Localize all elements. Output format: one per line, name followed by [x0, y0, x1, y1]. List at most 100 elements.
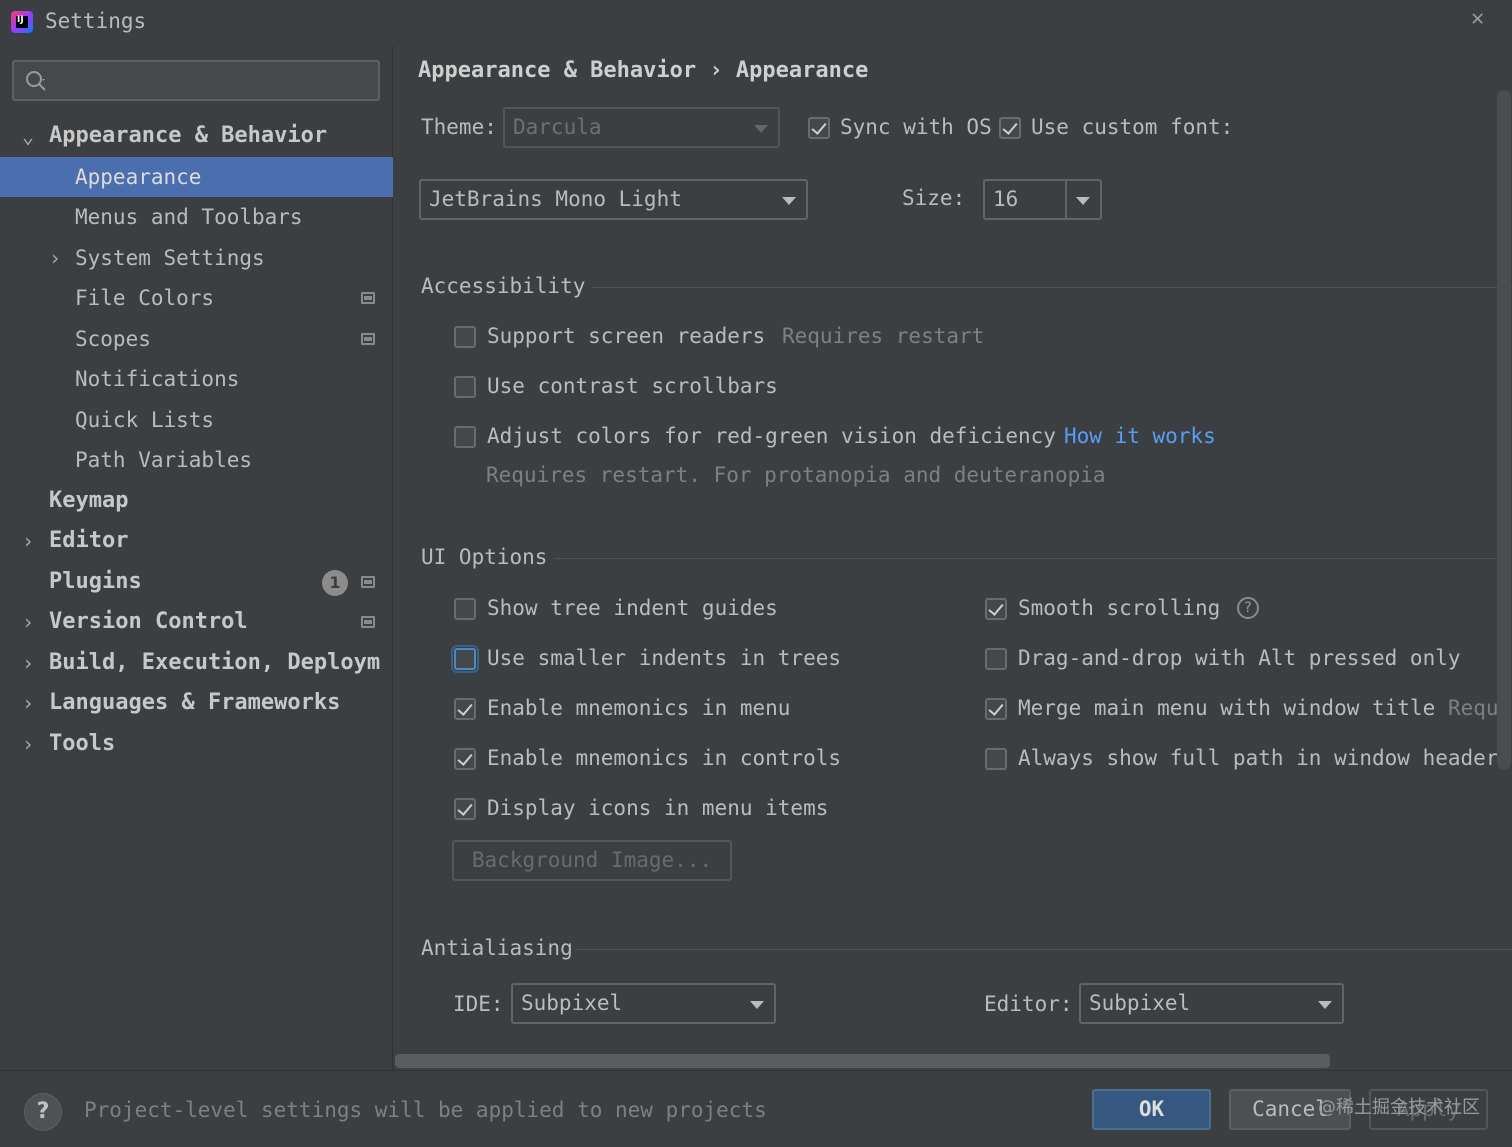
sidebar-item[interactable]: Path Variables [0, 440, 393, 481]
sidebar-item[interactable]: › Editor [0, 521, 393, 562]
watermark: @稀土掘金技术社区 [1318, 1097, 1480, 1118]
chevron-down-icon [754, 125, 768, 133]
chevron-right-icon[interactable]: › [22, 602, 34, 642]
option-checkbox[interactable] [454, 798, 476, 820]
sidebar-item[interactable]: ⌄ Appearance & Behavior [0, 116, 393, 157]
chevron-right-icon[interactable]: › [49, 238, 61, 278]
theme-label: Theme: [421, 115, 497, 139]
sidebar-item-label: Path Variables [75, 448, 253, 472]
sidebar-item[interactable]: Quick Lists [0, 400, 393, 441]
project-level-icon [361, 616, 375, 628]
intellij-app-icon: IJ [11, 11, 33, 33]
use-custom-font-checkbox[interactable] [999, 117, 1021, 139]
sidebar-item-label: Scopes [75, 326, 151, 351]
option-checkbox[interactable] [985, 698, 1007, 720]
sidebar-item-label: Appearance [75, 164, 202, 189]
settings-sidebar: ⌄ Appearance & Behavior Appearance Menus an… [0, 46, 393, 1070]
size-value: 16 [993, 187, 1019, 211]
sidebar-item-label: Keymap [49, 487, 129, 513]
ide-antialiasing-dropdown[interactable]: Subpixel [511, 983, 776, 1024]
adjust-colors-label: Adjust colors for red-green vision defic… [487, 424, 1056, 448]
project-level-hint: Project-level settings will be applied t… [84, 1098, 767, 1122]
accessibility-section-title: Accessibility [421, 274, 586, 298]
contrast-scrollbars-checkbox[interactable] [454, 376, 476, 398]
theme-dropdown[interactable]: Darcula [503, 107, 780, 148]
sidebar-item[interactable]: Menus and Toolbars [0, 197, 393, 238]
option-checkbox[interactable] [454, 748, 476, 770]
editor-antialiasing-label: Editor: [984, 992, 1073, 1016]
sidebar-item[interactable]: › Tools [0, 724, 393, 765]
sidebar-item[interactable]: › Build, Execution, Deploym [0, 643, 393, 684]
option-label: Display icons in menu items [487, 796, 829, 820]
sidebar-item[interactable]: File Colors [0, 278, 393, 319]
size-label: Size: [902, 186, 966, 210]
vertical-scrollbar[interactable] [1497, 90, 1511, 770]
help-button[interactable]: ? [24, 1093, 62, 1131]
option-checkbox[interactable] [454, 598, 476, 620]
search-input[interactable] [12, 60, 380, 101]
section-divider [554, 558, 1512, 559]
support-screen-readers-label: Support screen readers [487, 324, 766, 348]
sidebar-item-label: Tools [49, 730, 116, 756]
help-icon[interactable]: ? [1237, 597, 1259, 619]
option-label: Always show full path in window header [1018, 746, 1499, 770]
chevron-right-icon[interactable]: › [22, 643, 34, 683]
option-checkbox[interactable] [985, 598, 1007, 620]
chevron-down-icon [1076, 197, 1090, 205]
adjust-colors-checkbox[interactable] [454, 426, 476, 448]
option-label: Drag-and-drop with Alt pressed only [1018, 646, 1461, 670]
ui-options-section-title: UI Options [421, 545, 548, 569]
breadcrumb: Appearance & Behavior › Appearance [418, 58, 869, 83]
editor-antialiasing-dropdown[interactable]: Subpixel [1079, 983, 1344, 1024]
sidebar-item[interactable]: Appearance [0, 156, 393, 197]
option-label: Enable mnemonics in controls [487, 746, 842, 770]
sidebar-item-label: Plugins [49, 568, 142, 594]
chevron-down-icon [1318, 1001, 1332, 1009]
use-custom-font-label: Use custom font: [1031, 115, 1234, 139]
chevron-right-icon[interactable]: › [22, 683, 34, 723]
theme-value: Darcula [513, 115, 602, 139]
support-screen-readers-checkbox[interactable] [454, 326, 476, 348]
sidebar-item-label: Notifications [75, 367, 240, 391]
chevron-down-icon[interactable]: ⌄ [22, 116, 34, 156]
chevron-right-icon[interactable]: › [22, 724, 34, 764]
sidebar-item-label: File Colors [75, 286, 215, 310]
option-checkbox[interactable] [985, 648, 1007, 670]
requires-restart-hint: Requires restart [782, 324, 985, 348]
close-icon[interactable]: ✕ [1471, 6, 1484, 31]
ide-antialiasing-value: Subpixel [521, 991, 623, 1015]
sidebar-item[interactable]: Plugins 1 [0, 562, 393, 603]
sidebar-item-label: Languages & Frameworks [49, 690, 341, 715]
background-image-button[interactable]: Background Image... [452, 840, 732, 881]
section-divider [577, 949, 1512, 950]
chevron-down-icon [782, 197, 796, 205]
option-checkbox[interactable] [985, 748, 1007, 770]
option-checkbox[interactable] [451, 645, 479, 673]
sidebar-item[interactable]: › Languages & Frameworks [0, 683, 393, 724]
sidebar-item[interactable]: › System Settings [0, 238, 393, 279]
appearance-panel: Appearance & Behavior › Appearance Theme… [394, 46, 1512, 1070]
horizontal-scrollbar[interactable] [395, 1054, 1330, 1068]
font-dropdown[interactable]: JetBrains Mono Light [419, 179, 808, 220]
sync-with-os-checkbox[interactable] [808, 117, 830, 139]
option-label: Smooth scrolling [1018, 596, 1221, 620]
ide-antialiasing-label: IDE: [453, 992, 504, 1016]
option-checkbox[interactable] [454, 698, 476, 720]
chevron-right-icon[interactable]: › [22, 521, 34, 561]
update-count-badge: 1 [322, 569, 348, 596]
sidebar-item[interactable]: Keymap [0, 481, 393, 522]
option-label: Show tree indent guides [487, 596, 778, 620]
font-value: JetBrains Mono Light [429, 187, 682, 211]
size-combo[interactable]: 16 [983, 179, 1102, 220]
sidebar-item-label: System Settings [75, 245, 265, 270]
sidebar-item[interactable]: Scopes [0, 319, 393, 360]
project-level-icon [361, 575, 375, 588]
option-label: Use smaller indents in trees [487, 646, 842, 670]
project-level-icon [361, 332, 375, 345]
ok-button[interactable]: OK [1092, 1089, 1211, 1130]
sidebar-item[interactable]: Notifications [0, 359, 393, 400]
sidebar-item[interactable]: › Version Control [0, 602, 393, 643]
divider [1065, 181, 1067, 218]
sidebar-item-label: Quick Lists [75, 407, 215, 432]
how-it-works-link[interactable]: How it works [1064, 424, 1216, 448]
